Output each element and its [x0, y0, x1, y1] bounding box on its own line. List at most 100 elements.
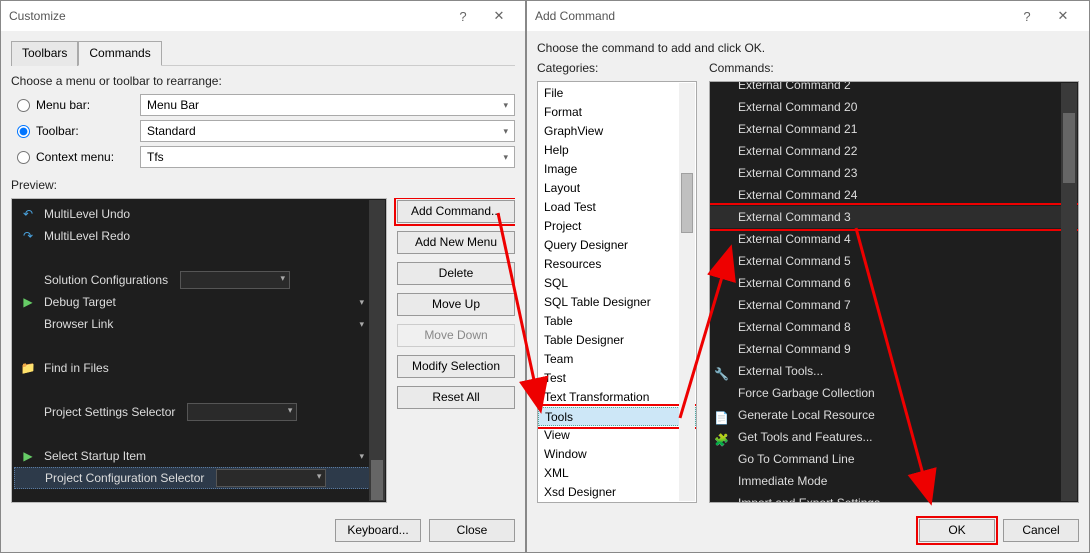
command-item[interactable]: 🔧External Tools... [710, 360, 1078, 382]
categories-list[interactable]: FileFormatGraphViewHelpImageLayoutLoad T… [537, 81, 697, 503]
category-item[interactable]: File [538, 84, 696, 103]
category-item[interactable]: Team [538, 350, 696, 369]
add-new-menu-button[interactable]: Add New Menu [397, 231, 515, 254]
combo-context[interactable]: Tfs▾ [140, 146, 515, 168]
scrollbar[interactable] [369, 200, 385, 501]
add-command-button[interactable]: Add Command... [397, 200, 515, 223]
command-item[interactable]: Go To Command Line [710, 448, 1078, 470]
category-item[interactable]: Help [538, 141, 696, 160]
radio-menubar[interactable] [17, 99, 30, 112]
command-icon: 🧩 [714, 429, 730, 445]
choose-label: Choose the command to add and click OK. [537, 41, 1079, 55]
scrollbar-thumb[interactable] [371, 460, 383, 500]
keyboard-button[interactable]: Keyboard... [335, 519, 421, 542]
category-item[interactable]: SQL [538, 274, 696, 293]
command-item-label: External Command 20 [738, 100, 857, 114]
command-item[interactable]: External Command 23 [710, 162, 1078, 184]
category-item[interactable]: Image [538, 160, 696, 179]
preview-item-label: Browser Link [44, 317, 113, 331]
preview-item[interactable] [14, 423, 384, 445]
preview-dropdown[interactable] [216, 469, 326, 487]
preview-item[interactable]: Project Configuration Selector [14, 467, 384, 489]
delete-button[interactable]: Delete [397, 262, 515, 285]
command-item-label: External Command 8 [738, 320, 851, 334]
close-button[interactable]: Close [429, 519, 515, 542]
preview-item[interactable]: Browser Link▾ [14, 313, 384, 335]
preview-item[interactable]: Project Settings Selector [14, 401, 384, 423]
command-item-label: Force Garbage Collection [738, 386, 875, 400]
radio-context[interactable] [17, 151, 30, 164]
modify-selection-button[interactable]: Modify Selection [397, 355, 515, 378]
command-item[interactable]: External Command 22 [710, 140, 1078, 162]
command-item[interactable]: External Command 8 [710, 316, 1078, 338]
category-item[interactable]: Resources [538, 255, 696, 274]
command-item[interactable]: External Command 5 [710, 250, 1078, 272]
preview-item[interactable]: ↶MultiLevel Undo [14, 203, 384, 225]
preview-item[interactable] [14, 379, 384, 401]
move-up-button[interactable]: Move Up [397, 293, 515, 316]
help-icon[interactable]: ? [445, 9, 481, 24]
combo-menubar[interactable]: Menu Bar▾ [140, 94, 515, 116]
preview-dropdown[interactable] [187, 403, 297, 421]
commands-list[interactable]: External Command 2 External Command 20 Ext… [709, 81, 1079, 503]
preview-item[interactable]: ▶Select Startup Item▾ [14, 445, 384, 467]
play-icon: ▶ [20, 449, 36, 463]
category-item[interactable]: View [538, 426, 696, 445]
scrollbar-thumb[interactable] [1063, 113, 1075, 183]
category-item[interactable]: GraphView [538, 122, 696, 141]
category-item[interactable]: Load Test [538, 198, 696, 217]
category-item[interactable]: Query Designer [538, 236, 696, 255]
preview-dropdown[interactable] [180, 271, 290, 289]
command-item[interactable]: External Command 21 [710, 118, 1078, 140]
scrollbar[interactable] [679, 83, 695, 501]
command-item[interactable]: External Command 6 [710, 272, 1078, 294]
radio-toolbar[interactable] [17, 125, 30, 138]
combo-toolbar[interactable]: Standard▾ [140, 120, 515, 142]
command-item[interactable]: External Command 2 [710, 81, 1078, 96]
category-item[interactable]: Xsd Designer [538, 483, 696, 502]
category-item[interactable]: Project [538, 217, 696, 236]
preview-item[interactable]: ↷MultiLevel Redo [14, 225, 384, 247]
ok-button[interactable]: OK [919, 519, 995, 542]
command-item[interactable]: Import and Export Settings... [710, 492, 1078, 503]
category-item[interactable]: Format [538, 103, 696, 122]
cancel-button[interactable]: Cancel [1003, 519, 1079, 542]
preview-item[interactable]: ▶Debug Target▾ [14, 291, 384, 313]
command-item[interactable]: External Command 20 [710, 96, 1078, 118]
scrollbar[interactable] [1061, 83, 1077, 501]
category-item[interactable]: XML [538, 464, 696, 483]
category-item[interactable]: Window [538, 445, 696, 464]
category-item[interactable]: Test [538, 369, 696, 388]
command-item[interactable]: 🧩 Get Tools and Features... [710, 426, 1078, 448]
command-item[interactable]: Immediate Mode [710, 470, 1078, 492]
preview-item[interactable] [14, 335, 384, 357]
category-item[interactable]: SQL Table Designer [538, 293, 696, 312]
scrollbar-thumb[interactable] [681, 173, 693, 233]
titlebar-right: Add Command ? ✕ [527, 1, 1089, 31]
command-item[interactable]: External Command 3 [710, 206, 1078, 228]
command-item[interactable]: External Command 24 [710, 184, 1078, 206]
help-icon[interactable]: ? [1009, 9, 1045, 24]
category-item[interactable]: Layout [538, 179, 696, 198]
category-item[interactable]: Tools [538, 407, 696, 426]
reset-all-button[interactable]: Reset All [397, 386, 515, 409]
category-item[interactable]: Table [538, 312, 696, 331]
tab-commands[interactable]: Commands [78, 41, 161, 66]
preview-item[interactable]: Solution Configurations [14, 269, 384, 291]
command-item[interactable]: External Command 9 [710, 338, 1078, 360]
command-item-label: Get Tools and Features... [738, 430, 873, 444]
command-item-label: External Tools... [738, 364, 823, 378]
preview-list[interactable]: ↶MultiLevel Undo↷MultiLevel Redo Solution… [11, 198, 387, 503]
tab-toolbars[interactable]: Toolbars [11, 41, 78, 66]
close-icon[interactable]: ✕ [481, 8, 517, 24]
category-item[interactable]: Table Designer [538, 331, 696, 350]
command-item[interactable]: 📄Generate Local Resource [710, 404, 1078, 426]
category-item[interactable]: Text Transformation [538, 388, 696, 407]
close-icon[interactable]: ✕ [1045, 8, 1081, 24]
preview-item[interactable] [14, 247, 384, 269]
add-command-dialog: Add Command ? ✕ Choose the command to ad… [526, 0, 1090, 553]
command-item[interactable]: External Command 7 [710, 294, 1078, 316]
command-item[interactable]: Force Garbage Collection [710, 382, 1078, 404]
preview-item[interactable]: 📁Find in Files [14, 357, 384, 379]
command-item[interactable]: External Command 4 [710, 228, 1078, 250]
